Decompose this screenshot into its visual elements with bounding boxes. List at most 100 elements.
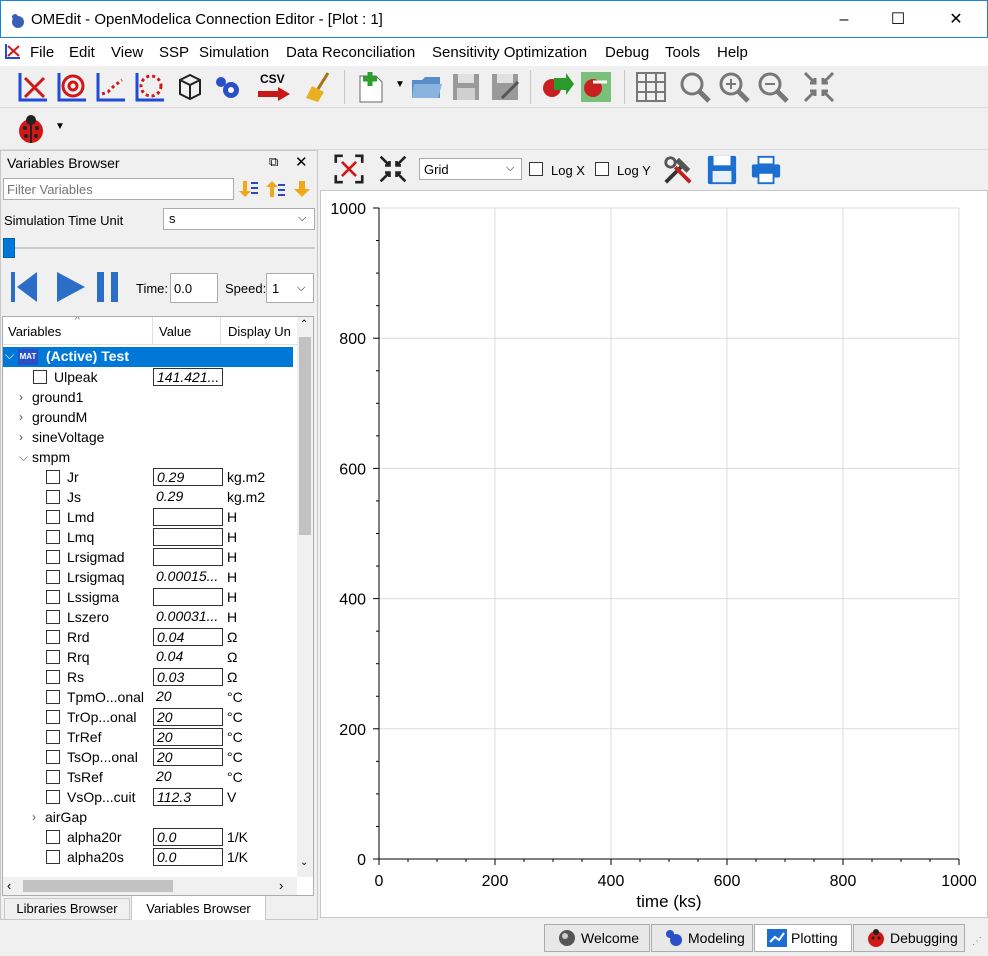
menu-simulation[interactable]: Simulation — [199, 44, 269, 61]
variable-unit[interactable]: H — [227, 607, 237, 627]
tab-variables-browser[interactable]: Variables Browser — [131, 896, 266, 922]
horizontal-scrollbar[interactable]: ‹ › — [3, 877, 297, 895]
parametric-plot-icon[interactable] — [55, 70, 89, 104]
grid-select[interactable]: Grid ⌵ — [419, 158, 522, 180]
chevron-right-icon[interactable]: › — [32, 807, 36, 827]
tab-libraries-browser[interactable]: Libraries Browser — [4, 898, 130, 920]
menu-edit[interactable]: Edit — [69, 44, 95, 61]
filter-variables-input[interactable] — [3, 178, 234, 200]
variable-unit[interactable]: Ω — [227, 647, 237, 667]
horizontal-scroll-thumb[interactable] — [23, 880, 173, 892]
menu-view[interactable]: View — [111, 44, 143, 61]
tree-root-row[interactable]: ⌵ MAT (Active) Test — [3, 347, 293, 367]
speed-select[interactable]: 1 ⌵ — [266, 273, 314, 303]
variable-unit[interactable]: kg.m2 — [227, 487, 265, 507]
variable-value[interactable] — [153, 528, 223, 546]
save-plot-icon[interactable] — [706, 154, 738, 186]
array-parametric-plot-icon[interactable] — [133, 70, 167, 104]
variable-row[interactable]: alpha20r 0.0 1/K — [3, 827, 297, 847]
variable-row[interactable]: Ulpeak 141.421... — [3, 367, 297, 387]
variable-value[interactable]: 20 — [153, 708, 223, 726]
zoom-out-icon[interactable] — [756, 70, 790, 104]
column-display-unit[interactable]: Display Un — [228, 324, 291, 339]
vertical-scroll-thumb[interactable] — [299, 337, 311, 535]
variable-checkbox[interactable] — [46, 650, 60, 664]
menu-help[interactable]: Help — [717, 44, 748, 61]
fit-in-view-plot-icon[interactable] — [334, 154, 364, 184]
variable-row[interactable]: TrOp...onal 20 °C — [3, 707, 297, 727]
zoom-in-icon[interactable] — [717, 70, 751, 104]
variable-unit[interactable]: V — [227, 787, 236, 807]
variable-row[interactable]: TpmO...onal 20 °C — [3, 687, 297, 707]
variable-checkbox[interactable] — [46, 710, 60, 724]
variable-row[interactable]: TsOp...onal 20 °C — [3, 747, 297, 767]
variable-row[interactable]: Lrsigmad H — [3, 547, 297, 567]
scroll-right-icon[interactable]: › — [279, 878, 283, 893]
variable-value[interactable]: 0.04 — [153, 628, 223, 646]
chevron-right-icon[interactable]: › — [19, 427, 23, 447]
variable-row[interactable]: Lszero 0.00031... H — [3, 607, 297, 627]
tab-plotting[interactable]: Plotting — [754, 924, 852, 952]
setup-tools-icon[interactable] — [662, 154, 694, 186]
variable-row[interactable]: Rs 0.03 Ω — [3, 667, 297, 687]
tree-group-row[interactable]: › ground1 — [3, 387, 297, 407]
resize-grip-icon[interactable]: ⋰ — [972, 936, 982, 947]
variable-value[interactable]: 20 — [153, 748, 223, 766]
variable-unit[interactable]: H — [227, 587, 237, 607]
variable-row[interactable]: Rrd 0.04 Ω — [3, 627, 297, 647]
variable-value[interactable]: 0.0 — [153, 828, 223, 846]
array-plot-icon[interactable] — [94, 70, 128, 104]
tab-debugging[interactable]: Debugging — [853, 924, 965, 952]
plot-canvas[interactable]: 0 200 400 600 800 1000 0 200 400 600 800 1000 time (… — [320, 190, 988, 918]
variable-value[interactable]: 20 — [153, 728, 223, 746]
new-file-icon[interactable] — [354, 70, 388, 104]
variable-value[interactable]: 0.0 — [153, 848, 223, 866]
pause-icon[interactable] — [93, 270, 123, 304]
variable-value[interactable]: 0.29 — [153, 468, 223, 486]
variable-checkbox[interactable] — [46, 790, 60, 804]
variable-checkbox[interactable] — [46, 610, 60, 624]
variable-unit[interactable]: °C — [227, 687, 243, 707]
column-value[interactable]: Value — [159, 324, 191, 339]
menu-sensitivity-optimization[interactable]: Sensitivity Optimization — [432, 44, 587, 61]
variable-checkbox[interactable] — [46, 630, 60, 644]
scroll-up-icon[interactable]: ⌃ — [300, 319, 308, 330]
print-icon[interactable] — [750, 154, 782, 186]
maximize-button[interactable]: ☐ — [875, 7, 921, 33]
variable-row[interactable]: Lrsigmaq 0.00015... H — [3, 567, 297, 587]
variable-unit[interactable]: kg.m2 — [227, 467, 265, 487]
variable-checkbox[interactable] — [46, 850, 60, 864]
chevron-right-icon[interactable]: › — [19, 407, 23, 427]
chevron-down-icon[interactable]: ⌵ — [5, 348, 14, 363]
variable-checkbox[interactable] — [46, 750, 60, 764]
time-input[interactable]: 0.0 — [170, 273, 218, 303]
open-folder-icon[interactable] — [410, 70, 444, 104]
tab-welcome[interactable]: Welcome — [544, 924, 650, 952]
tree-group-row[interactable]: ⌵ smpm — [3, 447, 297, 467]
collapse-all-icon[interactable] — [264, 179, 286, 199]
variable-value[interactable] — [153, 548, 223, 566]
variable-unit[interactable]: H — [227, 507, 237, 527]
variable-row[interactable]: alpha20s 0.0 1/K — [3, 847, 297, 867]
save-as-icon[interactable] — [488, 70, 522, 104]
variable-unit[interactable]: °C — [227, 767, 243, 787]
dropdown-arrow-icon[interactable]: ▼ — [395, 79, 405, 90]
float-panel-icon[interactable]: ⧉ — [269, 154, 278, 170]
export-csv-button[interactable]: CSV — [256, 70, 292, 104]
dropdown-arrow-icon[interactable]: ▼ — [55, 121, 65, 132]
variable-unit[interactable]: Ω — [227, 627, 237, 647]
variable-unit[interactable]: Ω — [227, 667, 237, 687]
variable-checkbox[interactable] — [33, 370, 47, 384]
variable-value[interactable] — [153, 508, 223, 526]
variable-checkbox[interactable] — [46, 590, 60, 604]
variable-value[interactable] — [153, 588, 223, 606]
chevron-down-icon[interactable]: ⌵ — [19, 447, 28, 467]
vertical-scrollbar[interactable]: ⌃ ⌄ — [297, 317, 313, 877]
variable-value[interactable]: 112.3 — [153, 788, 223, 806]
time-slider-handle[interactable] — [3, 238, 15, 258]
variable-row[interactable]: Jr 0.29 kg.m2 — [3, 467, 297, 487]
scroll-down-icon[interactable]: ⌄ — [300, 857, 308, 868]
new-plot-window-icon[interactable] — [16, 70, 50, 104]
log-y-checkbox[interactable] — [595, 162, 609, 176]
variable-row[interactable]: Lmd H — [3, 507, 297, 527]
